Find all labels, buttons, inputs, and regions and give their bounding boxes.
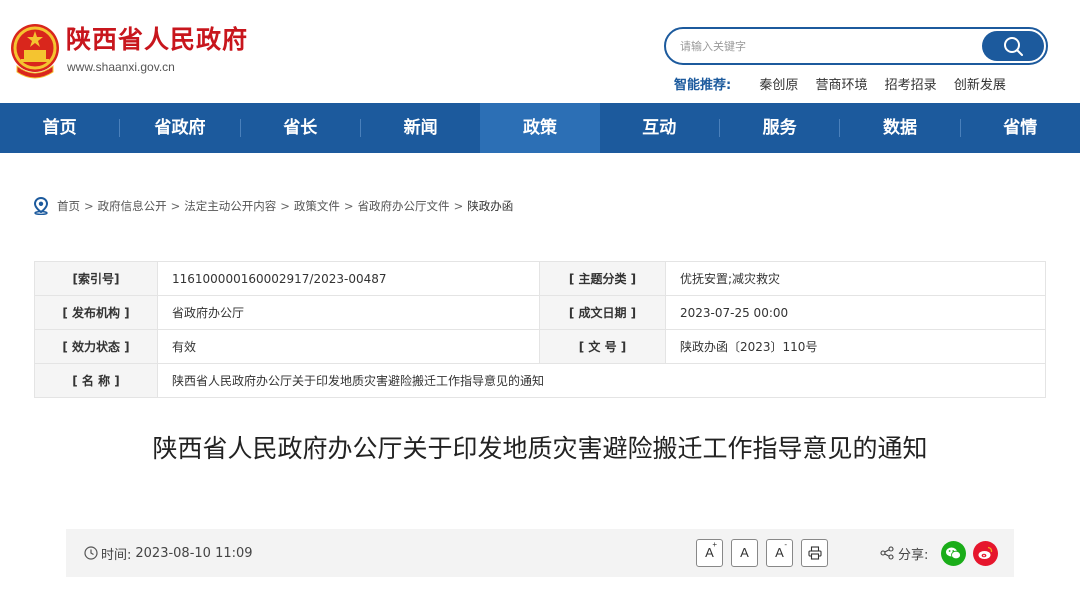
share-label: 分享: <box>898 547 929 563</box>
location-pin-icon <box>33 197 49 215</box>
publish-time: 时间: 2023-08-10 11:09 <box>84 543 253 563</box>
table-row: [ 效力状态 ] 有效 [ 文 号 ] 陕政办函〔2023〕110号 <box>34 329 1046 364</box>
article-title: 陕西省人民政府办公厅关于印发地质灾害避险搬迁工作指导意见的通知 <box>152 434 928 463</box>
docno-value: 陕政办函〔2023〕110号 <box>665 329 1046 364</box>
print-icon <box>807 546 822 560</box>
nav-item-province-info[interactable]: 省情 <box>961 103 1080 153</box>
breadcrumb: 首页 > 政府信息公开 > 法定主动公开内容 > 政策文件 > 省政府办公厅文件… <box>33 196 513 216</box>
breadcrumb-separator: > <box>343 199 354 213</box>
font-larger-button[interactable]: A + <box>696 539 723 567</box>
font-smaller-button[interactable]: A- <box>766 539 793 567</box>
date-label: [ 成文日期 ] <box>539 295 666 330</box>
share-icon <box>880 546 894 560</box>
topic-label: [ 主题分类 ] <box>539 261 666 296</box>
document-info-table: [索引号] 116100000160002917/2023-00487 [ 主题… <box>34 261 1046 398</box>
wechat-icon <box>946 547 962 559</box>
index-value: 116100000160002917/2023-00487 <box>157 261 540 296</box>
status-value: 有效 <box>157 329 540 364</box>
breadcrumb-separator: > <box>280 199 290 213</box>
date-value: 2023-07-25 00:00 <box>665 295 1046 330</box>
breadcrumb-link[interactable]: 政策文件 <box>294 196 340 216</box>
breadcrumb-current[interactable]: 陕政办函 <box>467 196 513 216</box>
share-wechat-button[interactable] <box>941 540 967 566</box>
name-value: 陕西省人民政府办公厅关于印发地质灾害避险搬迁工作指导意见的通知 <box>157 363 1046 398</box>
nav-item-policy[interactable]: 政策 <box>480 103 600 153</box>
site-name[interactable]: 陕西省人民政府 <box>66 25 248 55</box>
share-weibo-button[interactable] <box>973 540 999 566</box>
recommend-link[interactable]: 招考招录 <box>885 78 937 93</box>
nav-item-services[interactable]: 服务 <box>720 103 839 153</box>
site-url: www.shaanxi.gov.cn <box>67 60 175 74</box>
nav-item-news[interactable]: 新闻 <box>361 103 480 153</box>
search-button[interactable] <box>982 31 1044 61</box>
breadcrumb-separator: > <box>170 199 181 213</box>
share-area: 分享: <box>880 540 999 566</box>
table-row: [索引号] 116100000160002917/2023-00487 [ 主题… <box>34 261 1046 296</box>
nav-item-data[interactable]: 数据 <box>840 103 959 153</box>
recommend-label: 智能推荐: <box>674 78 732 93</box>
breadcrumb-link[interactable]: 省政府办公厅文件 <box>358 196 450 216</box>
nav-item-home[interactable]: 首页 <box>0 103 119 153</box>
name-label: [ 名 称 ] <box>34 363 158 398</box>
breadcrumb-separator: > <box>84 199 94 213</box>
breadcrumb-link[interactable]: 首页 <box>57 196 80 216</box>
clock-icon <box>84 546 98 560</box>
recommend-link[interactable]: 秦创原 <box>759 78 798 93</box>
print-button[interactable] <box>801 539 828 567</box>
status-label: [ 效力状态 ] <box>34 329 158 364</box>
index-label: [索引号] <box>34 261 158 296</box>
smart-recommend: 智能推荐: 秦创原 营商环境 招考招录 创新发展 <box>674 77 1019 95</box>
recommend-link[interactable]: 营商环境 <box>816 78 868 93</box>
nav-item-government[interactable]: 省政府 <box>120 103 239 153</box>
time-label: 时间: <box>101 547 132 563</box>
issuer-value: 省政府办公厅 <box>157 295 540 330</box>
time-value: 2023-08-10 11:09 <box>135 545 253 561</box>
search-icon <box>1004 37 1023 56</box>
search-input[interactable] <box>680 29 1010 63</box>
article-meta-bar: 时间: 2023-08-10 11:09 A + A A- 分享: <box>66 529 1014 577</box>
nav-item-governor[interactable]: 省长 <box>241 103 360 153</box>
main-nav: 首页 省政府 省长 新闻 政策 互动 服务 数据 省情 <box>0 103 1080 153</box>
breadcrumb-separator: > <box>453 199 464 213</box>
breadcrumb-link[interactable]: 法定主动公开内容 <box>184 196 276 216</box>
breadcrumb-link[interactable]: 政府信息公开 <box>98 196 167 216</box>
search-box <box>664 27 1048 65</box>
topic-value: 优抚安置;减灾救灾 <box>665 261 1046 296</box>
nav-item-interaction[interactable]: 互动 <box>600 103 719 153</box>
docno-label: [ 文 号 ] <box>539 329 666 364</box>
national-emblem-icon[interactable] <box>9 22 61 80</box>
article-tools: A + A A- <box>696 539 836 567</box>
font-default-button[interactable]: A <box>731 539 758 567</box>
table-row: [ 名 称 ] 陕西省人民政府办公厅关于印发地质灾害避险搬迁工作指导意见的通知 <box>34 363 1046 398</box>
recommend-link[interactable]: 创新发展 <box>954 78 1006 93</box>
site-header: 陕西省人民政府 www.shaanxi.gov.cn 智能推荐: 秦创原 营商环… <box>0 0 1080 103</box>
table-row: [ 发布机构 ] 省政府办公厅 [ 成文日期 ] 2023-07-25 00:0… <box>34 295 1046 330</box>
issuer-label: [ 发布机构 ] <box>34 295 158 330</box>
weibo-icon <box>978 546 993 559</box>
